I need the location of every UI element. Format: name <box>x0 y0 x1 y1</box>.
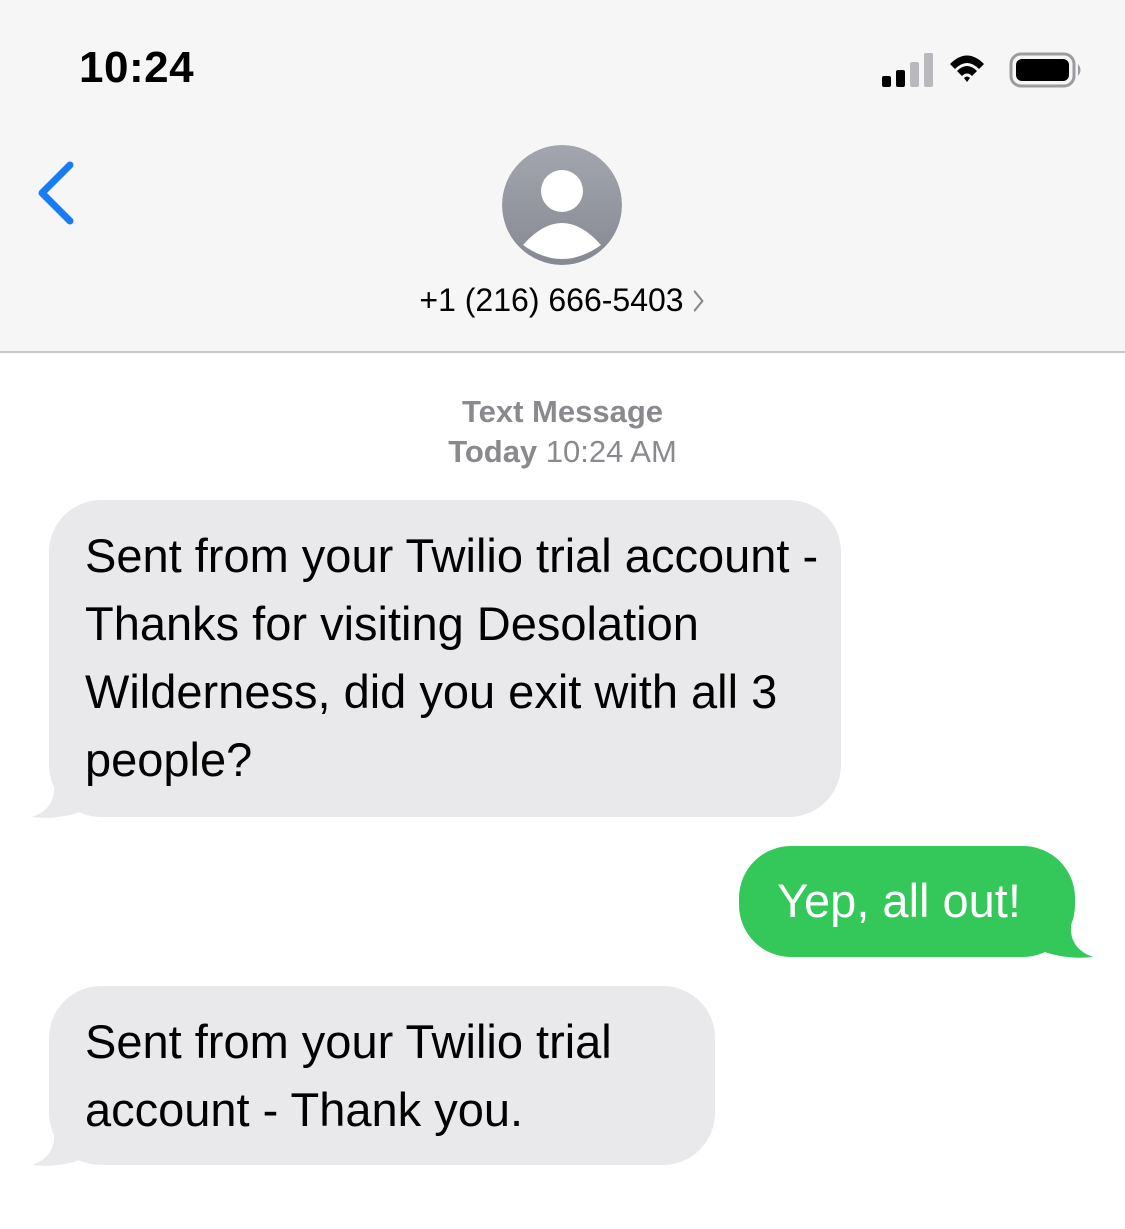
incoming-message-bubble[interactable]: Sent from your Twilio trial account - Th… <box>49 986 715 1165</box>
outgoing-message-bubble[interactable]: Yep, all out! <box>739 846 1075 957</box>
message-timestamp: Today 10:24 AM <box>0 432 1125 472</box>
contact-avatar[interactable] <box>502 145 622 265</box>
incoming-message-bubble[interactable]: Sent from your Twilio trial account - Th… <box>49 500 841 817</box>
contact-number: +1 (216) 666-5403 <box>419 282 684 318</box>
chevron-right-icon <box>693 290 704 312</box>
contact-name-button[interactable]: +1 (216) 666-5403 <box>0 278 1125 322</box>
message-service-label: Text Message <box>461 394 663 429</box>
status-time: 10:24 <box>79 43 195 92</box>
back-button[interactable] <box>28 155 88 235</box>
wifi-icon <box>950 55 984 82</box>
timestamp-day: Today <box>448 434 538 469</box>
chevron-left-icon <box>38 161 74 225</box>
cellular-signal-icon <box>882 53 933 87</box>
battery-icon <box>1009 52 1081 88</box>
timestamp-time: 10:24 AM <box>545 434 677 469</box>
status-icons <box>882 52 1081 88</box>
conversation-header: 10:24 +1 (216) 666-5403 <box>0 0 1125 353</box>
person-icon <box>502 145 622 265</box>
